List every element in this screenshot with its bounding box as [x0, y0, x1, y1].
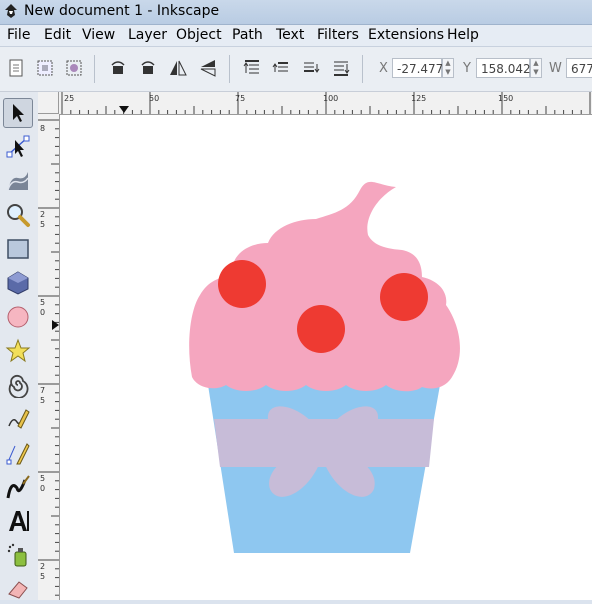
controls-toolbar: X -27.477 ▲ ▼ Y 158.042 ▲ ▼ W 677 [0, 47, 592, 92]
pencil-tool[interactable] [3, 404, 33, 434]
menu-path[interactable]: Path [232, 27, 263, 43]
rotate-ccw-icon[interactable] [107, 57, 129, 79]
vertical-ruler[interactable]: 8 2 5 5 0 7 5 5 0 2 5 [38, 114, 60, 600]
ruler-label: 25 [64, 94, 75, 103]
ruler-label: 0 [40, 484, 46, 493]
ellipse-icon [7, 306, 29, 328]
menu-bar: File Edit View Layer Object Path Text Fi… [0, 25, 592, 47]
rotate-cw-icon[interactable] [137, 57, 159, 79]
menu-view[interactable]: View [82, 27, 115, 43]
3d-box-tool[interactable] [3, 268, 33, 298]
spiral-icon [8, 374, 29, 398]
ruler-label: 150 [498, 94, 514, 103]
ruler-label: 7 [40, 386, 46, 395]
cherry-right [380, 273, 428, 321]
width-input[interactable]: 677 [566, 58, 592, 78]
ruler-position-marker [119, 106, 129, 113]
spiral-tool[interactable] [3, 370, 33, 400]
y-spinner[interactable]: ▲ ▼ [530, 58, 542, 78]
ruler-corner [38, 92, 59, 114]
menu-layer[interactable]: Layer [128, 27, 167, 43]
y-label: Y [463, 61, 471, 76]
spray-can-icon [7, 543, 27, 567]
ellipse-tool[interactable] [3, 302, 33, 332]
toolbar-separator [94, 55, 95, 83]
ruler-position-marker [52, 320, 59, 330]
ruler-label: 5 [40, 220, 46, 229]
ruler-label: 100 [323, 94, 339, 103]
star-icon [5, 338, 31, 363]
node-tool[interactable] [3, 132, 33, 162]
ruler-label: 5 [40, 474, 46, 483]
text-tool[interactable] [3, 506, 33, 536]
w-label: W [549, 61, 562, 76]
menu-filters[interactable]: Filters [317, 27, 359, 43]
cherry-center [297, 305, 345, 353]
cupcake-artwork[interactable] [60, 115, 592, 600]
ruler-label: 75 [235, 94, 246, 103]
raise-icon[interactable] [270, 57, 292, 79]
ruler-label: 2 [40, 562, 46, 571]
tweak-tool[interactable] [3, 166, 33, 196]
ruler-label: 125 [411, 94, 427, 103]
arrow-cursor-icon [13, 104, 24, 122]
cupcake-wrapper [208, 385, 440, 553]
invert-selection-icon[interactable] [63, 57, 85, 79]
calligraphy-pen-icon [6, 475, 30, 499]
raise-to-top-icon[interactable] [241, 57, 263, 79]
zoom-tool[interactable] [3, 200, 33, 230]
menu-help[interactable]: Help [447, 27, 479, 43]
x-label: X [379, 61, 388, 76]
drawing-canvas[interactable] [60, 115, 592, 600]
menu-object[interactable]: Object [176, 27, 222, 43]
eraser-icon [8, 581, 28, 599]
lower-to-bottom-icon[interactable] [330, 57, 352, 79]
text-a-icon [9, 511, 29, 531]
selector-tool[interactable] [3, 98, 33, 128]
magnifier-icon [7, 204, 30, 227]
toolbar-separator [229, 55, 230, 83]
ruler-label: 0 [40, 308, 46, 317]
tweak-wave-icon [7, 172, 29, 191]
ruler-label: 8 [40, 124, 46, 133]
toolbar-separator [362, 55, 363, 83]
flip-vertical-icon[interactable] [197, 57, 219, 79]
ruler-label: 50 [149, 94, 160, 103]
x-coordinate-input[interactable]: -27.477 [392, 58, 443, 78]
menu-extensions[interactable]: Extensions [368, 27, 444, 43]
title-bar: New document 1 - Inkscape [0, 0, 592, 25]
calligraphy-tool[interactable] [3, 472, 33, 502]
horizontal-ruler[interactable]: 25 50 75 100 125 150 [59, 92, 592, 115]
select-all-icon[interactable] [5, 57, 27, 79]
toolbox [0, 92, 39, 600]
ruler-label: 5 [40, 298, 46, 307]
flip-horizontal-icon[interactable] [167, 57, 189, 79]
bezier-pen-icon [6, 443, 30, 465]
ruler-label: 5 [40, 396, 46, 405]
node-editor-icon [6, 135, 30, 158]
ruler-label: 5 [40, 572, 46, 581]
ruler-label: 2 [40, 210, 46, 219]
menu-file[interactable]: File [7, 27, 30, 43]
x-spinner[interactable]: ▲ ▼ [442, 58, 454, 78]
pen-tool[interactable] [3, 438, 33, 468]
star-tool[interactable] [3, 336, 33, 366]
inkscape-app-icon [5, 4, 17, 18]
vertical-ruler-ticks [38, 119, 59, 596]
3d-box-icon [7, 271, 29, 295]
rectangle-icon [7, 239, 29, 259]
lower-icon[interactable] [300, 57, 322, 79]
menu-edit[interactable]: Edit [44, 27, 71, 43]
rectangle-tool[interactable] [3, 234, 33, 264]
cherry-left [218, 260, 266, 308]
pencil-icon [8, 409, 30, 429]
window-title: New document 1 - Inkscape [24, 3, 220, 19]
select-all-layers-icon[interactable] [34, 57, 56, 79]
spray-tool[interactable] [3, 540, 33, 570]
y-coordinate-input[interactable]: 158.042 [476, 58, 531, 78]
menu-text[interactable]: Text [276, 27, 304, 43]
